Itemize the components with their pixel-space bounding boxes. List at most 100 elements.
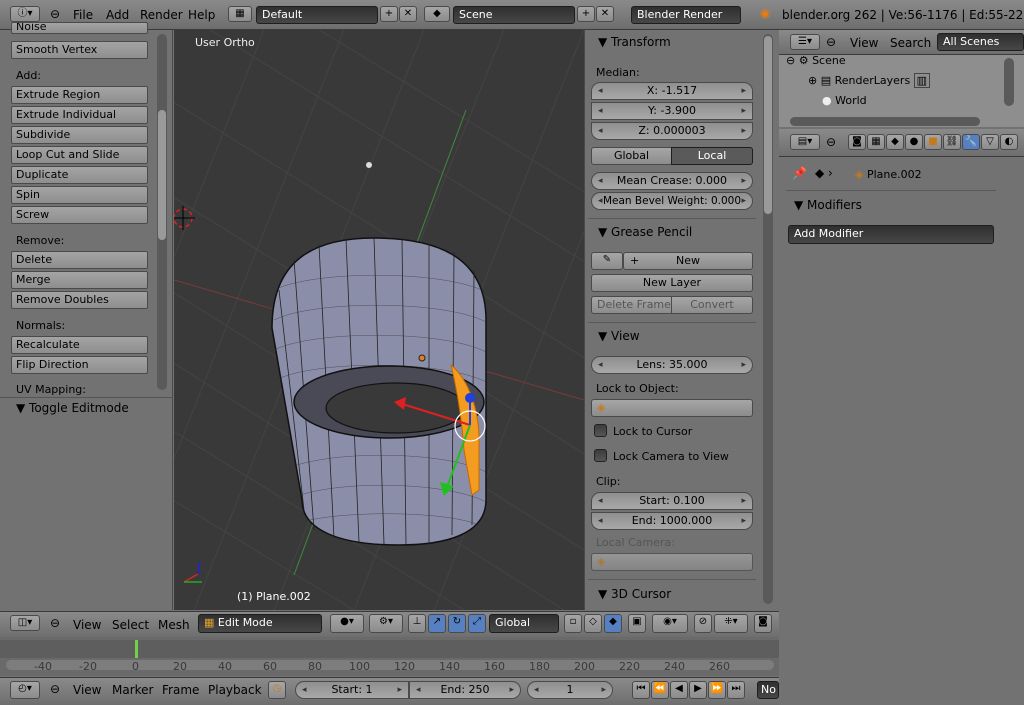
tool-extrude-region[interactable]: Extrude Region: [11, 86, 148, 104]
tool-recalculate[interactable]: Recalculate: [11, 336, 148, 354]
3d-cursor-panel-header[interactable]: ▼ 3D Cursor: [598, 587, 671, 601]
menu-add[interactable]: Add: [106, 8, 129, 22]
view3d-menu-select[interactable]: Select: [112, 618, 149, 632]
add-modifier-select[interactable]: Add Modifier: [788, 225, 994, 244]
tab-material-icon[interactable]: ◐: [1000, 134, 1018, 150]
tab-modifiers-icon[interactable]: 🔧: [962, 134, 980, 150]
collapse-icon[interactable]: ⊖: [50, 7, 60, 21]
pivot-select[interactable]: ⚙▾: [369, 614, 403, 633]
median-y-field[interactable]: Y: -3.900: [591, 102, 753, 120]
outliner-menu-search[interactable]: Search: [890, 36, 931, 50]
clip-end-field[interactable]: End: 1000.000: [591, 512, 753, 530]
jump-start-icon[interactable]: ⏮: [632, 681, 650, 699]
n-panel-scroll-thumb[interactable]: [764, 36, 772, 214]
next-keyframe-icon[interactable]: ⏩: [708, 681, 726, 699]
vertex-select-icon[interactable]: ▫: [564, 614, 582, 633]
orientation-select[interactable]: Global: [489, 614, 559, 633]
timeline-menu-frame[interactable]: Frame: [162, 683, 199, 697]
tool-remove-doubles[interactable]: Remove Doubles: [11, 291, 148, 309]
manipulator-toggle-icon[interactable]: ⊥: [408, 614, 426, 633]
outliner-item-scene[interactable]: ⊖ ⚙ Scene: [786, 54, 846, 67]
tool-subdivide[interactable]: Subdivide: [11, 126, 148, 144]
render-camera-icon[interactable]: ◙: [754, 614, 772, 633]
tool-spin[interactable]: Spin: [11, 186, 148, 204]
timeline-editor-type-button[interactable]: ◴▾: [10, 681, 40, 699]
timeline-scrollbar[interactable]: [6, 660, 774, 670]
new-layer-button[interactable]: New Layer: [591, 274, 753, 292]
lock-cursor-checkbox[interactable]: [594, 424, 607, 437]
scene-field[interactable]: Scene: [453, 6, 575, 24]
tool-merge[interactable]: Merge: [11, 271, 148, 289]
tool-delete[interactable]: Delete: [11, 251, 148, 269]
view-panel-header[interactable]: ▼ View: [598, 329, 640, 343]
edge-select-icon[interactable]: ◇: [584, 614, 602, 633]
sync-mode-select[interactable]: No: [757, 681, 779, 699]
lens-field[interactable]: Lens: 35.000: [591, 356, 753, 374]
info-editor-type-button[interactable]: ⓘ▾: [10, 6, 40, 22]
occlude-geometry-icon[interactable]: ▣: [628, 614, 646, 633]
new-grease-button[interactable]: + New: [623, 252, 753, 270]
shading-select[interactable]: ●▾: [330, 614, 364, 633]
view3d-menu-mesh[interactable]: Mesh: [158, 618, 190, 632]
timeline-menu-playback[interactable]: Playback: [208, 683, 262, 697]
collapse-icon[interactable]: ⊖: [826, 35, 836, 49]
viewport-canvas[interactable]: [174, 30, 584, 610]
outliner-menu-view[interactable]: View: [850, 36, 878, 50]
median-x-field[interactable]: X: -1.517: [591, 82, 753, 100]
menu-help[interactable]: Help: [188, 8, 215, 22]
modifiers-panel-header[interactable]: ▼ Modifiers: [794, 198, 862, 212]
screen-layout-field[interactable]: Default: [256, 6, 378, 24]
current-frame-field[interactable]: 1: [527, 681, 613, 699]
mean-bevel-field[interactable]: Mean Bevel Weight: 0.000: [591, 192, 753, 210]
menu-file[interactable]: File: [73, 8, 93, 22]
outliner-item-world[interactable]: ● World: [822, 94, 867, 107]
proportional-edit-icon[interactable]: ◉▾: [652, 614, 688, 633]
preview-range-icon[interactable]: ◷: [268, 681, 286, 699]
tab-world-icon[interactable]: ●: [905, 134, 923, 150]
grease-pencil-panel-header[interactable]: ▼ Grease Pencil: [598, 225, 692, 239]
collapse-icon[interactable]: ⊖: [50, 616, 60, 630]
playhead-marker[interactable]: [135, 640, 138, 658]
tab-scene-icon[interactable]: ◆: [886, 134, 904, 150]
add-scene-icon[interactable]: +: [577, 6, 595, 22]
tab-object-icon[interactable]: ■: [924, 134, 942, 150]
properties-editor-type-button[interactable]: ▤▾: [790, 134, 820, 150]
tool-duplicate[interactable]: Duplicate: [11, 166, 148, 184]
face-select-icon[interactable]: ◆: [604, 614, 622, 633]
outliner-scrollbar[interactable]: [1004, 58, 1014, 106]
toolshelf-scroll-thumb[interactable]: [158, 110, 166, 240]
outliner-item-renderlayers[interactable]: ⊕ ▤ RenderLayers ▥: [808, 73, 931, 88]
mode-select[interactable]: ▦ Edit Mode: [198, 614, 322, 633]
pencil-icon[interactable]: ✎: [591, 252, 623, 270]
view3d-menu-view[interactable]: View: [73, 618, 101, 632]
local-camera-field[interactable]: ◈: [591, 553, 753, 571]
viewport-3d[interactable]: [174, 30, 584, 610]
convert-button[interactable]: Convert: [671, 296, 753, 314]
add-layout-icon[interactable]: +: [380, 6, 398, 22]
play-icon[interactable]: ▶: [689, 681, 707, 699]
tool-extrude-individual[interactable]: Extrude Individual: [11, 106, 148, 124]
tool-loop-cut[interactable]: Loop Cut and Slide: [11, 146, 148, 164]
global-toggle[interactable]: Global: [591, 147, 672, 165]
tab-data-icon[interactable]: ▽: [981, 134, 999, 150]
play-reverse-icon[interactable]: ◀: [670, 681, 688, 699]
timeline-menu-view[interactable]: View: [73, 683, 101, 697]
screen-layout-icon[interactable]: ▦: [228, 6, 252, 22]
mean-crease-field[interactable]: Mean Crease: 0.000: [591, 172, 753, 190]
scale-icon[interactable]: ⤢: [468, 614, 486, 633]
pin-icon[interactable]: 📌: [792, 166, 807, 180]
translate-icon[interactable]: ↗: [428, 614, 446, 633]
lock-object-field[interactable]: ◈: [591, 399, 753, 417]
snap-element-icon[interactable]: ⁜▾: [714, 614, 748, 633]
view3d-editor-type-button[interactable]: ◫▾: [10, 615, 40, 631]
snap-toggle-icon[interactable]: ⊘: [694, 614, 712, 633]
toggle-editmode-panel[interactable]: ▼ Toggle Editmode: [16, 401, 129, 415]
prev-keyframe-icon[interactable]: ⏪: [651, 681, 669, 699]
lock-camera-checkbox[interactable]: [594, 449, 607, 462]
remove-layout-icon[interactable]: ✕: [399, 6, 417, 22]
clip-start-field[interactable]: Start: 0.100: [591, 492, 753, 510]
tool-screw[interactable]: Screw: [11, 206, 148, 224]
tool-noise-partial[interactable]: Noise: [11, 22, 148, 34]
mesh-cylinder[interactable]: [271, 237, 487, 546]
tool-flip-direction[interactable]: Flip Direction: [11, 356, 148, 374]
